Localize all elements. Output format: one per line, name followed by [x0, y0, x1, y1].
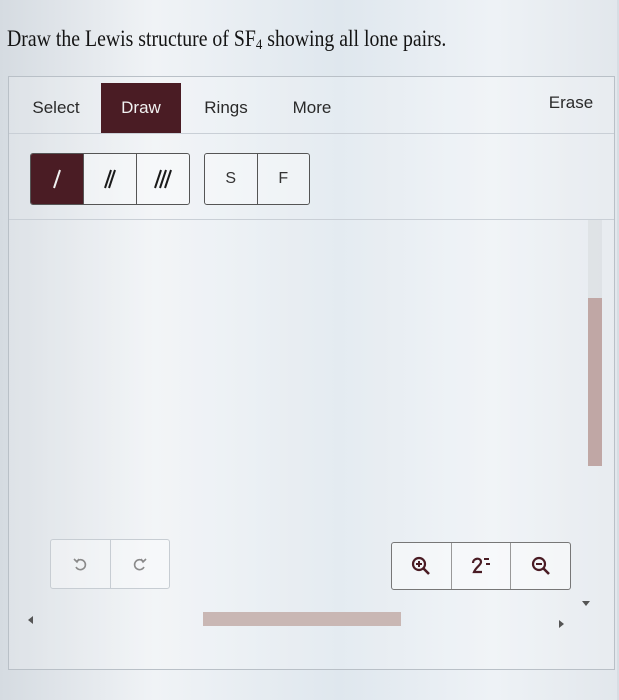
question-suffix: showing all lone pairs. — [262, 26, 447, 51]
question-subscript: 4 — [255, 37, 263, 53]
history-controls — [50, 539, 170, 589]
double-bond-icon — [104, 169, 116, 189]
tab-select[interactable]: Select — [19, 83, 93, 133]
zoom-out-icon — [531, 556, 550, 575]
scroll-left-arrow-icon[interactable] — [28, 616, 33, 624]
tab-rings[interactable]: Rings — [189, 83, 263, 133]
atom-button-s[interactable]: S — [205, 154, 258, 204]
scroll-down-arrow-icon[interactable] — [582, 601, 590, 606]
horizontal-scrollbar[interactable] — [27, 610, 597, 628]
zoom-in-button[interactable] — [392, 543, 452, 589]
undo-icon — [73, 558, 87, 571]
redo-button[interactable] — [111, 540, 170, 588]
triple-bond-icon — [154, 169, 172, 189]
drawing-canvas[interactable] — [9, 219, 614, 534]
app-frame: Draw the Lewis structure of SF4 showing … — [0, 0, 617, 700]
zoom-in-icon — [412, 556, 431, 575]
zoom-reset-icon — [471, 557, 490, 574]
triple-bond-button[interactable] — [137, 154, 189, 204]
tab-draw[interactable]: Draw — [101, 83, 181, 133]
tab-more[interactable]: More — [275, 83, 349, 133]
scroll-right-arrow-icon[interactable] — [559, 620, 564, 628]
atom-button-f[interactable]: F — [257, 154, 309, 204]
zoom-controls — [391, 542, 571, 590]
erase-button[interactable]: Erase — [531, 81, 611, 125]
zoom-reset-button[interactable] — [452, 543, 512, 589]
vertical-scroll-thumb[interactable] — [588, 298, 602, 466]
undo-button[interactable] — [51, 540, 111, 588]
vertical-scrollbar[interactable] — [588, 220, 602, 466]
bond-tool-group — [30, 153, 190, 205]
single-bond-icon — [53, 169, 61, 189]
tool-area: S F — [9, 133, 614, 220]
question-prefix: Draw the Lewis structure of SF — [7, 26, 256, 51]
single-bond-button[interactable] — [31, 154, 84, 204]
atom-tool-group: S F — [204, 153, 310, 205]
drawing-panel: Select Draw Rings More Erase S F — [8, 76, 615, 670]
toolbar: Select Draw Rings More Erase — [9, 77, 614, 133]
question-text: Draw the Lewis structure of SF4 showing … — [7, 26, 523, 66]
double-bond-button[interactable] — [84, 154, 137, 204]
horizontal-scroll-thumb[interactable] — [203, 612, 401, 626]
zoom-out-button[interactable] — [511, 543, 570, 589]
redo-icon — [133, 558, 147, 571]
